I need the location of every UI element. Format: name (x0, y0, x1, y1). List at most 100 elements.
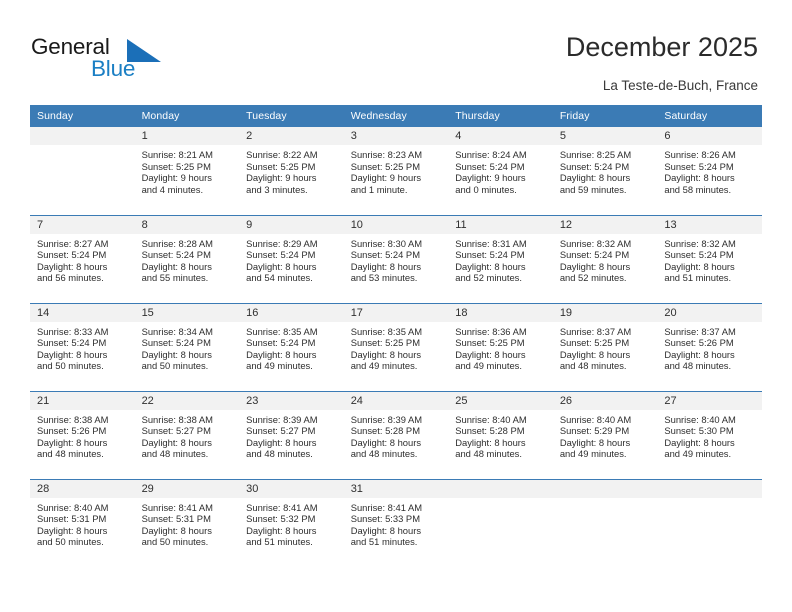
day-sun-info-line: Sunrise: 8:35 AM (350, 325, 423, 337)
calendar-day-cell[interactable]: 30 Sunrise: 8:41 AM Sunset: 5:32 PM Dayligh… (239, 478, 344, 567)
day-number: 1 (134, 127, 240, 145)
day-sun-info-line: Sunset: 5:24 PM (37, 249, 107, 261)
day-number: 17 (343, 303, 449, 322)
day-sun-info-line: and 0 minutes. (455, 183, 517, 195)
day-sun-info-line: Daylight: 8 hours (246, 436, 317, 448)
day-number: 24 (343, 391, 449, 410)
day-number: 23 (239, 391, 344, 410)
calendar-empty-cell (552, 478, 658, 567)
calendar-day-cell[interactable]: 18 Sunrise: 8:36 AM Sunset: 5:25 PM Dayligh… (448, 302, 553, 391)
day-sun-info-line: and 48 minutes. (559, 360, 627, 372)
day-sun-info-line: and 55 minutes. (141, 272, 209, 284)
day-sun-info-line: Sunset: 5:27 PM (141, 425, 211, 437)
calendar-day-cell[interactable]: 4 Sunrise: 8:24 AM Sunset: 5:24 PM Daylight… (448, 127, 553, 215)
day-sun-info-line: Sunrise: 8:40 AM (455, 413, 527, 425)
day-sun-info-line: Daylight: 8 hours (37, 524, 108, 536)
weekday-header-tuesday: Tuesday (239, 105, 344, 127)
day-sun-info-line: and 4 minutes. (141, 183, 204, 195)
calendar-day-cell[interactable]: 17 Sunrise: 8:35 AM Sunset: 5:25 PM Dayligh… (343, 302, 449, 391)
day-sun-info: Sunrise: 8:21 AM Sunset: 5:25 PM Daylight:… (135, 145, 240, 195)
calendar-day-cell[interactable]: 12 Sunrise: 8:32 AM Sunset: 5:24 PM Dayligh… (552, 214, 658, 303)
calendar-day-cell[interactable]: 26 Sunrise: 8:40 AM Sunset: 5:29 PM Dayligh… (552, 390, 658, 479)
day-sun-info: Sunrise: 8:22 AM Sunset: 5:25 PM Daylight:… (239, 145, 344, 195)
day-sun-info: Sunrise: 8:26 AM Sunset: 5:24 PM Daylight:… (657, 145, 762, 195)
calendar-day-cell[interactable]: 6 Sunrise: 8:26 AM Sunset: 5:24 PM Daylight… (657, 127, 762, 215)
calendar-day-cell[interactable]: 8 Sunrise: 8:28 AM Sunset: 5:24 PM Daylight… (134, 214, 240, 303)
day-sun-info-line: Sunrise: 8:23 AM (350, 149, 423, 160)
day-sun-info-line: Daylight: 8 hours (455, 260, 526, 272)
calendar-day-cell[interactable]: 22 Sunrise: 8:38 AM Sunset: 5:27 PM Dayligh… (134, 390, 240, 479)
day-sun-info-line: Daylight: 9 hours (141, 172, 212, 184)
brand-name-blue: Blue (91, 56, 136, 81)
day-sun-info: Sunrise: 8:32 AM Sunset: 5:24 PM Daylight:… (553, 234, 658, 284)
day-sun-info-line: Sunset: 5:31 PM (37, 513, 107, 525)
calendar-day-cell[interactable]: 2 Sunrise: 8:22 AM Sunset: 5:25 PM Daylight… (239, 127, 344, 215)
day-number: 16 (239, 303, 344, 322)
calendar-day-cell[interactable]: 11 Sunrise: 8:31 AM Sunset: 5:24 PM Dayligh… (448, 214, 553, 303)
day-sun-info-line: Daylight: 8 hours (559, 436, 631, 448)
day-sun-info-line: Daylight: 8 hours (664, 172, 735, 184)
day-sun-info-line: Daylight: 8 hours (559, 348, 631, 360)
calendar-day-cell[interactable]: 14 Sunrise: 8:33 AM Sunset: 5:24 PM Dayligh… (30, 302, 135, 391)
day-number: 6 (657, 127, 762, 145)
day-sun-info: Sunrise: 8:41 AM Sunset: 5:33 PM Daylight:… (344, 498, 449, 548)
calendar-day-cell[interactable]: 23 Sunrise: 8:39 AM Sunset: 5:27 PM Dayligh… (239, 390, 344, 479)
day-sun-info: Sunrise: 8:39 AM Sunset: 5:27 PM Daylight:… (239, 410, 344, 460)
day-number: 7 (30, 215, 135, 234)
day-number: 30 (239, 479, 344, 498)
calendar-body: 1 Sunrise: 8:21 AM Sunset: 5:25 PM Daylight… (30, 127, 762, 567)
day-sun-info-line: Sunrise: 8:31 AM (455, 237, 527, 249)
day-sun-info-line: Daylight: 8 hours (141, 260, 212, 272)
calendar-day-cell[interactable]: 16 Sunrise: 8:35 AM Sunset: 5:24 PM Dayligh… (239, 302, 344, 391)
day-number (448, 479, 553, 498)
day-number: 11 (448, 215, 553, 234)
calendar-day-cell[interactable]: 3 Sunrise: 8:23 AM Sunset: 5:25 PM Daylight… (343, 127, 449, 215)
calendar-day-cell[interactable]: 31 Sunrise: 8:41 AM Sunset: 5:33 PM Dayligh… (343, 478, 449, 567)
day-sun-info-line: Sunset: 5:24 PM (141, 337, 211, 349)
calendar-day-cell[interactable]: 28 Sunrise: 8:40 AM Sunset: 5:31 PM Dayligh… (30, 478, 135, 567)
day-sun-info: Sunrise: 8:23 AM Sunset: 5:25 PM Daylight:… (344, 145, 449, 195)
calendar-day-cell[interactable]: 5 Sunrise: 8:25 AM Sunset: 5:24 PM Daylight… (552, 127, 658, 215)
day-sun-info-line: Sunrise: 8:28 AM (141, 237, 213, 249)
calendar-day-cell[interactable]: 27 Sunrise: 8:40 AM Sunset: 5:30 PM Dayligh… (657, 390, 762, 479)
day-sun-info-line: Sunset: 5:24 PM (350, 249, 420, 261)
calendar-day-cell[interactable]: 9 Sunrise: 8:29 AM Sunset: 5:24 PM Daylight… (239, 214, 344, 303)
day-sun-info: Sunrise: 8:37 AM Sunset: 5:26 PM Daylight:… (657, 322, 762, 372)
calendar-day-cell[interactable]: 21 Sunrise: 8:38 AM Sunset: 5:26 PM Dayligh… (30, 390, 135, 479)
day-sun-info-line: Sunset: 5:30 PM (664, 425, 734, 437)
day-number: 13 (657, 215, 762, 234)
calendar-day-cell[interactable]: 25 Sunrise: 8:40 AM Sunset: 5:28 PM Dayligh… (448, 390, 553, 479)
calendar-day-cell[interactable]: 7 Sunrise: 8:27 AM Sunset: 5:24 PM Daylight… (30, 214, 135, 303)
day-number: 21 (30, 391, 135, 410)
day-number: 15 (134, 303, 240, 322)
weekday-header-wednesday: Wednesday (343, 105, 449, 127)
calendar-day-cell[interactable]: 19 Sunrise: 8:37 AM Sunset: 5:25 PM Dayligh… (552, 302, 658, 391)
brand-logo[interactable]: General Blue (31, 34, 251, 90)
calendar-day-cell[interactable]: 24 Sunrise: 8:39 AM Sunset: 5:28 PM Dayligh… (343, 390, 449, 479)
day-sun-info-line: Daylight: 8 hours (350, 524, 422, 536)
calendar-day-cell[interactable]: 15 Sunrise: 8:34 AM Sunset: 5:24 PM Dayligh… (134, 302, 240, 391)
day-sun-info: Sunrise: 8:31 AM Sunset: 5:24 PM Daylight:… (448, 234, 553, 284)
calendar-day-cell[interactable]: 20 Sunrise: 8:37 AM Sunset: 5:26 PM Dayligh… (657, 302, 762, 391)
calendar-day-cell[interactable]: 13 Sunrise: 8:32 AM Sunset: 5:24 PM Dayligh… (657, 214, 762, 303)
day-sun-info-line: and 49 minutes. (455, 360, 522, 372)
day-sun-info-line: and 48 minutes. (246, 448, 313, 460)
day-number: 4 (448, 127, 553, 145)
day-sun-info-line: Sunrise: 8:35 AM (246, 325, 318, 337)
day-sun-info: Sunrise: 8:40 AM Sunset: 5:31 PM Daylight:… (30, 498, 135, 548)
day-number: 22 (134, 391, 240, 410)
day-number: 5 (552, 127, 658, 145)
calendar-day-cell[interactable]: 29 Sunrise: 8:41 AM Sunset: 5:31 PM Dayligh… (134, 478, 240, 567)
day-sun-info-line: Sunset: 5:26 PM (37, 425, 107, 437)
day-sun-info-line: Sunrise: 8:33 AM (37, 325, 109, 337)
day-sun-info-line: Sunset: 5:24 PM (455, 249, 525, 261)
calendar-day-cell[interactable]: 1 Sunrise: 8:21 AM Sunset: 5:25 PM Daylight… (134, 127, 240, 215)
calendar-day-cell[interactable]: 10 Sunrise: 8:30 AM Sunset: 5:24 PM Dayligh… (343, 214, 449, 303)
day-sun-info-line: and 58 minutes. (664, 183, 732, 195)
day-sun-info-line: and 52 minutes. (455, 272, 522, 284)
day-number: 10 (343, 215, 449, 234)
day-number: 8 (134, 215, 240, 234)
day-sun-info-line: and 50 minutes. (141, 360, 209, 372)
day-sun-info: Sunrise: 8:39 AM Sunset: 5:28 PM Daylight:… (344, 410, 449, 460)
day-sun-info-line: Sunrise: 8:21 AM (141, 149, 213, 160)
